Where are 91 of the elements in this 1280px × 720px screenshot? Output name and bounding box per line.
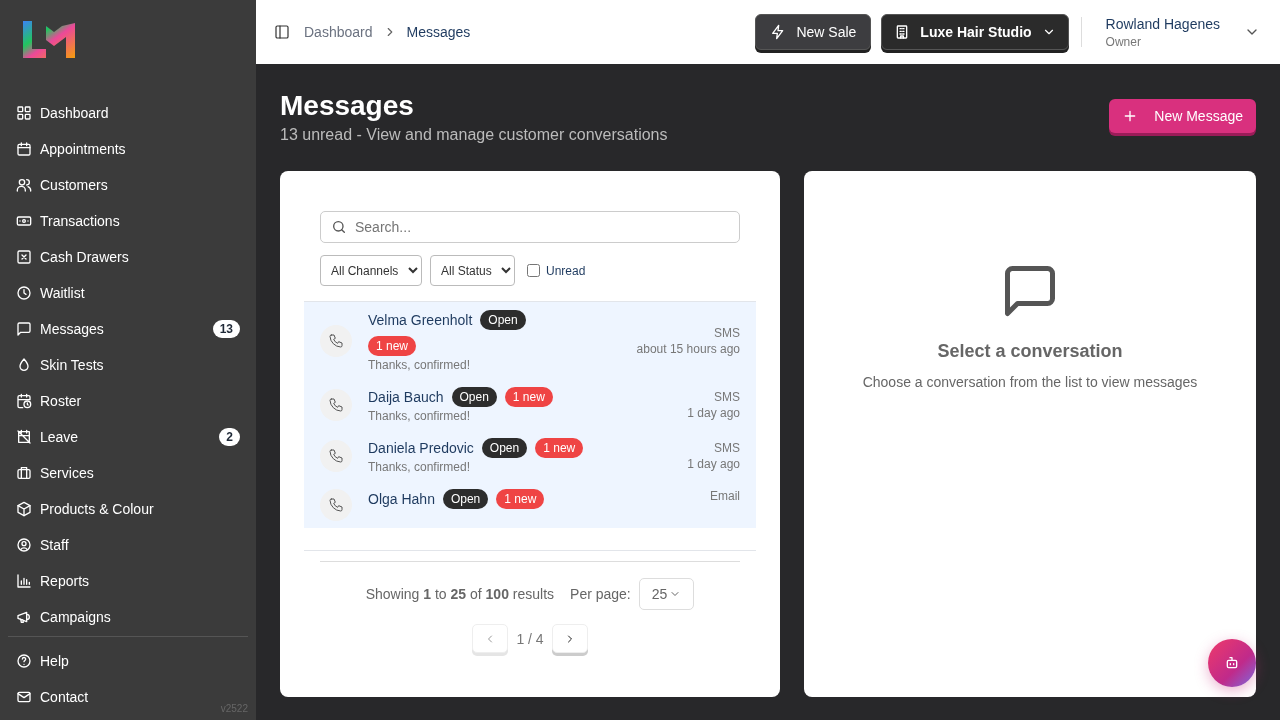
timestamp: 1 day ago	[687, 457, 740, 471]
bar-chart-icon	[16, 573, 32, 589]
sidebar-item[interactable]: Messages 13	[8, 311, 248, 347]
count-badge: 13	[212, 320, 240, 338]
results-summary: Showing 1 to 25 of 100 results	[365, 586, 555, 602]
page-subtitle: 13 unread - View and manage customer conversations	[280, 126, 668, 144]
status-badge: Open	[451, 387, 497, 407]
sidebar-item[interactable]: Reports	[8, 563, 248, 599]
robot-icon	[1224, 655, 1240, 671]
megaphone-icon	[16, 609, 32, 625]
sidebar-item[interactable]: Products & Colour	[8, 491, 248, 527]
new-count-badge: 1 new	[368, 336, 417, 356]
sidebar-item[interactable]: Contact	[8, 679, 113, 715]
status-badge: Open	[481, 438, 528, 458]
new-count-badge: 1 new	[496, 489, 545, 509]
user-role: Owner	[1105, 34, 1142, 49]
calendar-clock-icon	[16, 393, 32, 409]
count-badge: 2	[219, 428, 240, 446]
conversation-row[interactable]: Velma Greenholt Open 1 new Thanks, confirmed! SMS about 15 hours ago	[304, 302, 756, 379]
sidebar-toggle-icon[interactable]	[274, 24, 290, 40]
page-indicator: 1 / 4	[516, 630, 544, 647]
sidebar-item[interactable]: Roster	[8, 383, 248, 419]
new-sale-button[interactable]: New Sale	[755, 14, 872, 50]
sidebar-item[interactable]: Customers	[8, 167, 248, 203]
breadcrumb-link[interactable]: Messages	[406, 24, 471, 40]
timestamp: about 15 hours ago	[636, 342, 740, 356]
per-page-select[interactable]: 25	[638, 578, 695, 610]
search-box[interactable]: Search...	[320, 211, 740, 243]
sidebar-item[interactable]: Dashboard	[8, 95, 248, 131]
page-title: Messages	[280, 90, 415, 122]
help-icon	[16, 653, 32, 669]
sidebar-item[interactable]: Campaigns	[8, 599, 248, 635]
new-count-badge: 1 new	[535, 438, 584, 458]
message-preview: Thanks, confirmed!	[368, 409, 472, 423]
user-circle-icon	[16, 537, 32, 553]
sidebar-item[interactable]: Cash Drawers	[8, 239, 248, 275]
chat-icon	[16, 321, 32, 337]
calendar-icon	[16, 141, 32, 157]
channel-label: SMS	[714, 326, 740, 340]
customer-name: Daniela Predovic	[368, 440, 474, 456]
user-name: Rowland Hagenes	[1105, 15, 1220, 32]
droplet-icon	[16, 357, 32, 373]
assistant-button[interactable]	[1208, 639, 1256, 687]
message-preview: Thanks, confirmed!	[368, 358, 472, 372]
sidebar-item[interactable]: Leave 2	[8, 419, 248, 455]
status-badge: Open	[442, 489, 489, 509]
sidebar-item[interactable]: Waitlist	[8, 275, 248, 311]
timestamp: 1 day ago	[687, 406, 740, 420]
calendar-off-icon	[16, 429, 32, 445]
per-page-label: Per page:	[570, 586, 631, 602]
grid-icon	[16, 105, 32, 121]
channel-label: Email	[710, 489, 740, 503]
briefcase-icon	[16, 465, 32, 481]
phone-icon	[328, 448, 344, 464]
checkbox-label: Unread	[546, 263, 586, 278]
empty-state-title: Select a conversation	[937, 341, 1123, 362]
phone-icon	[328, 497, 344, 513]
banknote-icon	[16, 213, 32, 229]
sidebar-item[interactable]: Staff	[8, 527, 248, 563]
sidebar-item[interactable]: Transactions	[8, 203, 248, 239]
phone-icon	[328, 333, 344, 349]
breadcrumb-link[interactable]: Dashboard	[304, 24, 373, 40]
unread-checkbox[interactable]	[527, 264, 540, 277]
customer-name: Velma Greenholt	[368, 312, 473, 328]
conversation-row[interactable]: Olga Hahn Open 1 new Email	[304, 481, 756, 528]
conversation-row[interactable]: Daniela Predovic Open 1 new Thanks, confirmed! SMS 1 day ago	[304, 430, 756, 481]
square-x-icon	[16, 249, 32, 265]
logo-icon	[22, 21, 76, 59]
channel-label: SMS	[714, 441, 740, 455]
message-preview: Thanks, confirmed!	[368, 460, 472, 474]
filter-dropdown[interactable]: All Channels	[320, 255, 422, 286]
empty-state-hint: Choose a conversation from the list to view messages	[862, 374, 1198, 390]
new-message-button[interactable]: New Message	[1109, 99, 1256, 133]
customer-name: Olga Hahn	[368, 491, 435, 507]
box-icon	[16, 501, 32, 517]
mail-icon	[16, 689, 32, 705]
sidebar-item[interactable]: Services	[8, 455, 248, 491]
conversation-row[interactable]: Daija Bauch Open 1 new Thanks, confirmed! SMS 1 day ago	[304, 379, 756, 430]
filter-dropdown[interactable]: All Status	[430, 255, 515, 286]
sidebar-item[interactable]: Skin Tests	[8, 347, 248, 383]
sidebar-item[interactable]: Help	[8, 643, 93, 679]
status-badge: Open	[480, 310, 526, 330]
new-count-badge: 1 new	[504, 387, 553, 407]
people-icon	[16, 177, 32, 193]
phone-icon	[328, 397, 344, 413]
clock-icon	[16, 285, 32, 301]
sidebar-item[interactable]: Appointments	[8, 131, 248, 167]
customer-name: Daija Bauch	[368, 389, 444, 405]
search-icon	[331, 219, 347, 235]
channel-label: SMS	[714, 390, 740, 404]
location-selector[interactable]: Luxe Hair Studio	[881, 14, 1069, 50]
